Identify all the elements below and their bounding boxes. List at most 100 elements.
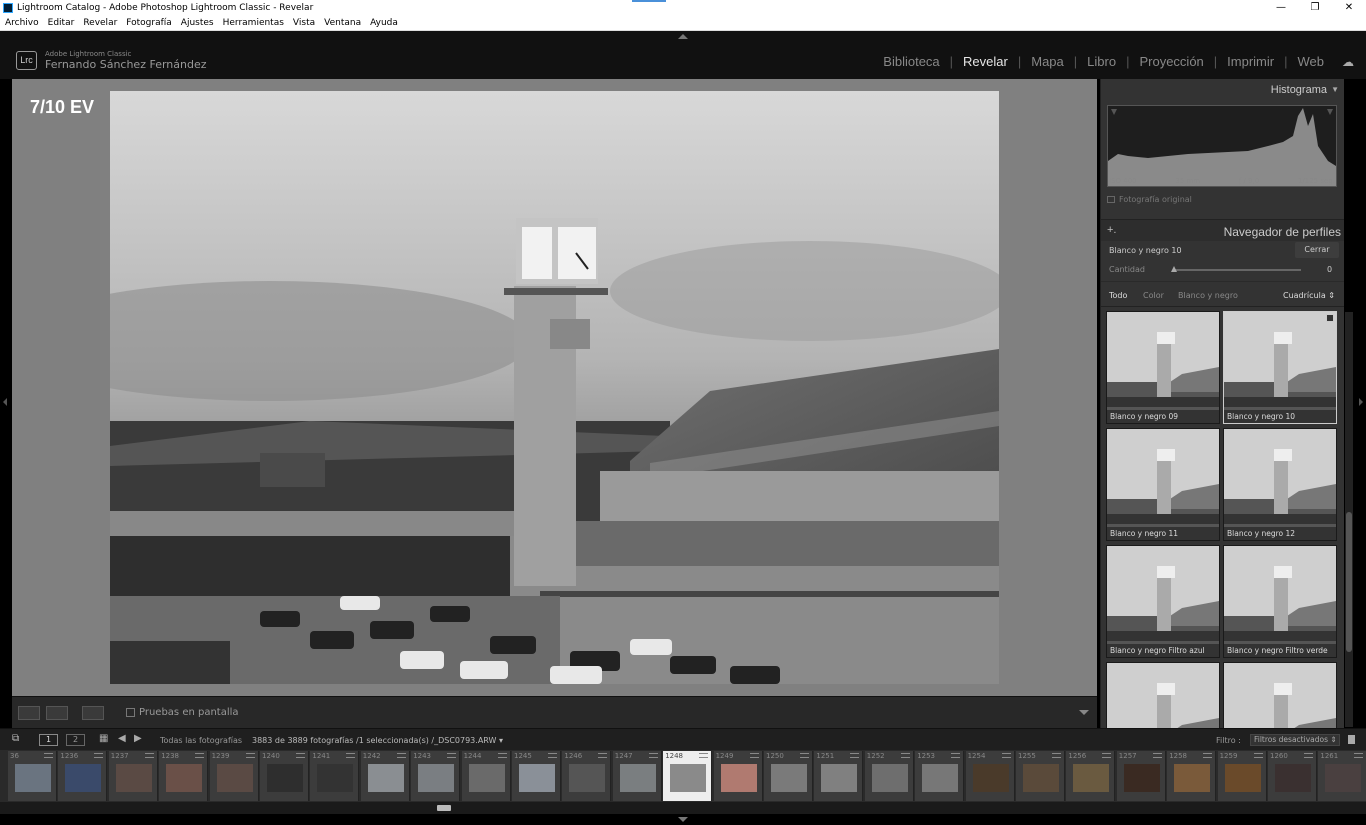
filmstrip-thumbnail[interactable] <box>1325 764 1362 792</box>
amount-value[interactable]: 0 <box>1327 265 1332 274</box>
filmstrip-thumbnail[interactable] <box>619 764 656 792</box>
profile-thumbnail[interactable]: Blanco y negro Filtro azul <box>1106 545 1220 658</box>
filmstrip-thumbnail[interactable] <box>922 764 959 792</box>
back-arrow-icon[interactable]: ◀ <box>118 733 126 744</box>
filmstrip-thumbnail[interactable] <box>468 764 505 792</box>
original-photo-checkbox[interactable] <box>1107 196 1115 203</box>
filmstrip-cell[interactable]: 1251 <box>814 751 864 801</box>
main-window-button[interactable]: 1 <box>39 734 58 746</box>
filmstrip-cell[interactable]: 1254 <box>965 751 1015 801</box>
filmstrip-cell[interactable]: 1260 <box>1268 751 1317 801</box>
secondary-window-button[interactable]: 2 <box>66 734 85 746</box>
menu-herramientas[interactable]: Herramientas <box>223 16 284 30</box>
filmstrip-scroll-thumb[interactable] <box>437 805 451 811</box>
selection-status[interactable]: 3883 de 3889 fotografías /1 seleccionada… <box>252 736 503 745</box>
filmstrip-scrollbar[interactable] <box>0 802 1366 814</box>
filmstrip-thumbnail[interactable] <box>1174 764 1211 792</box>
before-after-button[interactable] <box>82 706 104 720</box>
filmstrip-cell[interactable]: 1244 <box>461 751 511 801</box>
menu-archivo[interactable]: Archivo <box>5 16 39 30</box>
filmstrip-cell[interactable]: 1257 <box>1116 751 1166 801</box>
module-mapa[interactable]: Mapa <box>1021 54 1074 69</box>
filmstrip-cell[interactable]: 1238 <box>159 751 209 801</box>
filmstrip-cell[interactable]: 36 <box>8 751 57 801</box>
filmstrip-thumbnail[interactable] <box>15 764 51 792</box>
right-panel-scrollbar[interactable] <box>1345 312 1353 727</box>
module-biblioteca[interactable]: Biblioteca <box>873 54 949 69</box>
filmstrip-thumbnail[interactable] <box>115 764 152 792</box>
filmstrip-thumbnail[interactable] <box>670 764 707 792</box>
menu-ayuda[interactable]: Ayuda <box>370 16 398 30</box>
filmstrip-thumbnail[interactable] <box>771 764 807 792</box>
filmstrip-cell[interactable]: 1249 <box>713 751 763 801</box>
loupe-view-button[interactable] <box>18 706 40 720</box>
view-mode-select[interactable]: Cuadrícula ⇕ <box>1283 291 1335 300</box>
filmstrip-thumbnail[interactable] <box>1073 764 1110 792</box>
filmstrip-cell[interactable]: 1259 <box>1217 751 1267 801</box>
menu-vista[interactable]: Vista <box>293 16 315 30</box>
scroll-thumb[interactable] <box>1346 512 1352 652</box>
module-libro[interactable]: Libro <box>1077 54 1126 69</box>
filmstrip-cell[interactable]: 1248 <box>663 751 713 801</box>
filmstrip-cell[interactable]: 1261 <box>1318 751 1366 801</box>
forward-arrow-icon[interactable]: ▶ <box>134 733 142 744</box>
filmstrip-thumbnail[interactable] <box>519 764 555 792</box>
amount-slider-track[interactable] <box>1173 269 1301 271</box>
filmstrip-cell[interactable]: 1253 <box>915 751 965 801</box>
filter-bw[interactable]: Blanco y negro <box>1178 291 1238 300</box>
filmstrip-thumbnail[interactable] <box>972 764 1009 792</box>
menu-fotografia[interactable]: Fotografía <box>126 16 172 30</box>
filmstrip-thumbnail[interactable] <box>65 764 102 792</box>
collapse-arrow-icon[interactable]: ▼ <box>1331 85 1339 94</box>
module-revelar[interactable]: Revelar <box>953 54 1018 69</box>
menu-ajustes[interactable]: Ajustes <box>181 16 214 30</box>
toolbar-options-icon[interactable] <box>1079 710 1089 715</box>
filmstrip-cell[interactable]: 1236 <box>58 751 108 801</box>
filmstrip-thumbnail[interactable] <box>367 764 404 792</box>
filmstrip-thumbnail[interactable] <box>216 764 253 792</box>
filmstrip-thumbnail[interactable] <box>871 764 908 792</box>
profile-thumbnail[interactable] <box>1106 662 1220 728</box>
add-profile-icon[interactable]: +. <box>1107 224 1116 236</box>
filmstrip-cell[interactable]: 1242 <box>360 751 410 801</box>
cloud-sync-icon[interactable]: ☁ <box>1342 55 1354 69</box>
menu-revelar[interactable]: Revelar <box>83 16 117 30</box>
filmstrip-cell[interactable]: 1237 <box>108 751 158 801</box>
filmstrip-cell[interactable]: 1247 <box>612 751 662 801</box>
menu-editar[interactable]: Editar <box>48 16 75 30</box>
histogram-header[interactable]: Histograma ▼ <box>1101 79 1344 99</box>
filmstrip-cell[interactable]: 1239 <box>209 751 259 801</box>
amount-slider-handle[interactable] <box>1171 266 1177 272</box>
grid-view-icon[interactable]: ▦ <box>99 733 108 744</box>
histogram[interactable] <box>1107 105 1337 187</box>
filter-color[interactable]: Color <box>1143 291 1164 300</box>
filmstrip-thumbnail[interactable] <box>1275 764 1311 792</box>
filmstrip-thumbnail[interactable] <box>720 764 757 792</box>
secondary-window-icon[interactable]: ⧉ <box>12 733 19 744</box>
filmstrip-cell[interactable]: 1250 <box>764 751 813 801</box>
filmstrip-cell[interactable]: 1252 <box>864 751 914 801</box>
filmstrip-cell[interactable]: 1255 <box>1016 751 1065 801</box>
profile-thumbnail[interactable]: Blanco y negro 12 <box>1223 428 1337 541</box>
soft-proof-checkbox[interactable] <box>126 708 135 717</box>
filmstrip-thumbnail[interactable] <box>418 764 455 792</box>
profile-thumbnail[interactable]: Blanco y negro Filtro verde <box>1223 545 1337 658</box>
profile-thumbnail[interactable]: Blanco y negro 11 <box>1106 428 1220 541</box>
filmstrip-cell[interactable]: 1240 <box>260 751 309 801</box>
right-panel-toggle-icon[interactable] <box>1359 398 1363 406</box>
main-photo[interactable] <box>110 91 999 684</box>
module-web[interactable]: Web <box>1288 54 1335 69</box>
maximize-button[interactable]: ❐ <box>1298 0 1332 16</box>
filter-select[interactable]: Filtros desactivados ⇕ <box>1250 734 1340 746</box>
favorite-badge-icon[interactable] <box>1326 314 1334 322</box>
filmstrip-thumbnail[interactable] <box>1023 764 1059 792</box>
filmstrip-cell[interactable]: 1258 <box>1167 751 1217 801</box>
left-panel-toggle-icon[interactable] <box>3 398 7 406</box>
minimize-button[interactable]: — <box>1264 0 1298 16</box>
top-panel-toggle-icon[interactable] <box>678 34 688 39</box>
filmstrip-thumbnail[interactable] <box>1123 764 1160 792</box>
filmstrip-cell[interactable]: 1256 <box>1066 751 1116 801</box>
filmstrip-cell[interactable]: 1243 <box>411 751 461 801</box>
filmstrip-cell[interactable]: 1241 <box>310 751 360 801</box>
module-proyeccion[interactable]: Proyección <box>1129 54 1213 69</box>
